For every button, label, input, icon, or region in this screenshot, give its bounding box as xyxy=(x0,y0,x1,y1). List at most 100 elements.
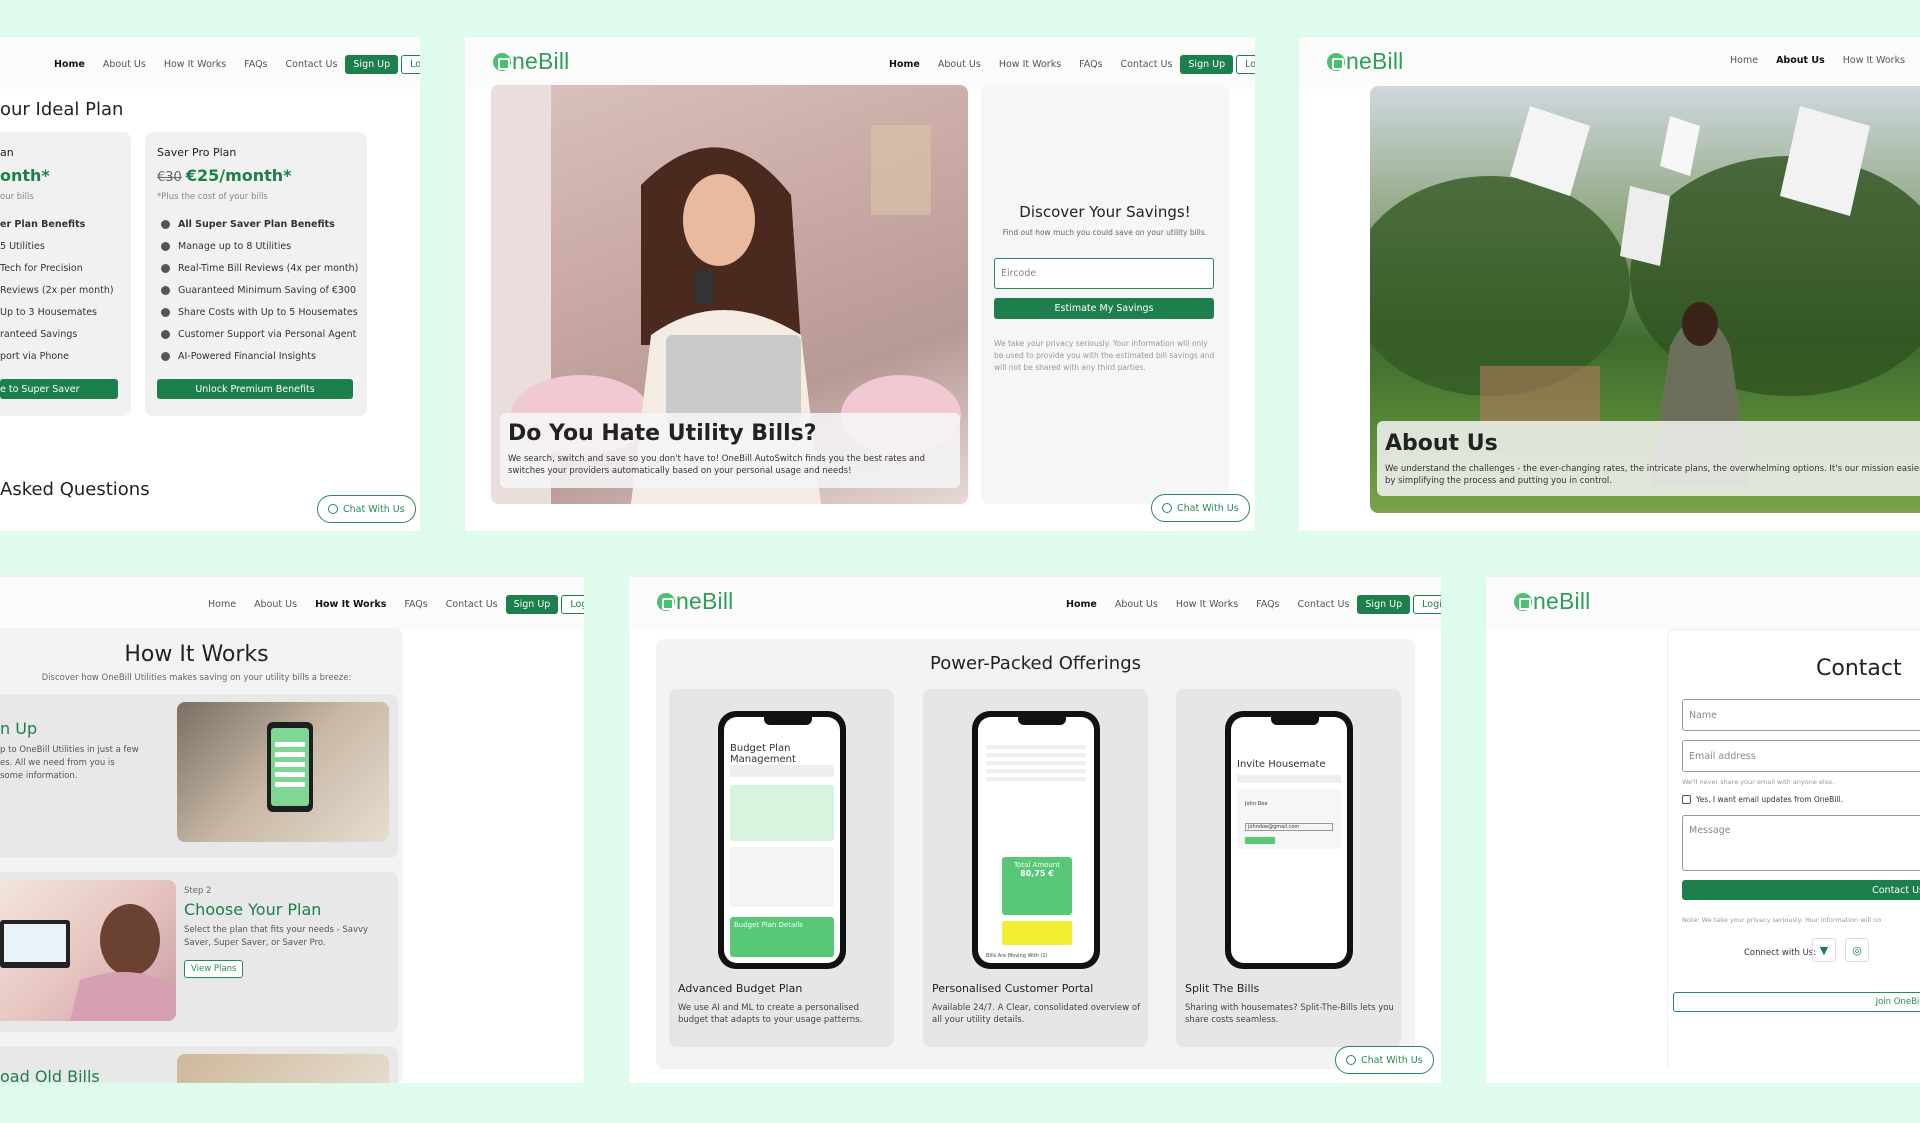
login-button[interactable]: Login xyxy=(1413,595,1441,614)
plan-card-super-saver: an onth* our bills er Plan Benefits 5 Ut… xyxy=(0,132,131,416)
feature-item: er Plan Benefits xyxy=(0,218,86,230)
screen-title: Invite Housemate xyxy=(1237,759,1326,770)
signup-button[interactable]: Sign Up xyxy=(1180,55,1234,74)
feature-item: Real-Time Bill Reviews (4x per month) xyxy=(178,262,359,274)
nav-home[interactable]: Home xyxy=(1066,599,1097,610)
nav-about[interactable]: About Us xyxy=(1115,599,1158,610)
signup-button[interactable]: Sign Up xyxy=(345,55,399,74)
nav-how[interactable]: How It Works xyxy=(164,59,226,70)
nav-home[interactable]: Home xyxy=(54,59,85,70)
step-text: Select the plan that fits your needs - S… xyxy=(184,925,369,948)
feature-item: Reviews (2x per month) xyxy=(0,284,114,296)
premium-benefits-button[interactable]: Unlock Premium Benefits xyxy=(157,379,353,399)
nav-faqs[interactable]: FAQs xyxy=(1079,59,1102,70)
nav-how[interactable]: How It Works xyxy=(315,599,386,610)
savings-card: Discover Your Savings! Find out how much… xyxy=(981,85,1229,504)
instagram-icon[interactable]: ◎ xyxy=(1845,938,1869,962)
plan-features: er Plan Benefits 5 Utilities Tech for Pr… xyxy=(0,213,114,367)
check-icon xyxy=(161,241,170,251)
step-1: n Up p to OneBill Utilities in just a fe… xyxy=(0,694,398,858)
about-title: About Us xyxy=(1385,431,1498,456)
feature-item: port via Phone xyxy=(0,350,70,362)
email-note: We'll never share your email with anyone… xyxy=(1682,778,1835,786)
name-input[interactable]: Name xyxy=(1682,699,1920,731)
login-button[interactable]: Login xyxy=(401,55,420,74)
email-input[interactable]: Email address xyxy=(1682,740,1920,772)
how-panel: Home About Us How It Works FAQs Contact … xyxy=(0,577,584,1083)
how-card: How It Works Discover how OneBill Utilit… xyxy=(0,628,403,1083)
screen-total-label: Total Amount xyxy=(1013,861,1061,869)
login-button[interactable]: Login xyxy=(1236,55,1255,74)
logo-text: neBill xyxy=(676,588,734,614)
offerings-panel: neBill Home About Us How It Works FAQs C… xyxy=(629,577,1441,1083)
nav-faqs[interactable]: FAQs xyxy=(1256,599,1279,610)
nav-home[interactable]: Home xyxy=(208,599,236,610)
laptop-image xyxy=(0,904,176,1021)
chat-button[interactable]: Chat With Us xyxy=(1151,494,1250,522)
logo[interactable]: neBill xyxy=(1327,48,1403,75)
chat-label: Chat With Us xyxy=(1361,1054,1423,1066)
logo[interactable]: neBill xyxy=(657,588,733,615)
estimate-savings-button[interactable]: Estimate My Savings xyxy=(994,298,1214,319)
plan-name: Saver Pro Plan xyxy=(157,146,237,159)
nav-contact[interactable]: Contact Us xyxy=(446,599,498,610)
offerings-title: Power-Packed Offerings xyxy=(930,653,1141,674)
login-button[interactable]: Login xyxy=(561,595,584,614)
super-saver-button[interactable]: e to Super Saver xyxy=(0,379,118,399)
nav-links: Home About Us How It Works FAQs xyxy=(1730,55,1920,66)
phone-mockup: Budget Plan Management Budget Plan Detai… xyxy=(718,711,846,969)
navbar: neBill Home About Us How It Works FAQs C… xyxy=(465,37,1255,89)
nav-home[interactable]: Home xyxy=(1730,55,1758,66)
nav-faqs[interactable]: FAQs xyxy=(244,59,267,70)
message-textarea[interactable]: Message xyxy=(1682,815,1920,871)
chat-label: Chat With Us xyxy=(1177,502,1239,514)
email-updates-checkbox[interactable]: Yes, I want email updates from OneBill. xyxy=(1682,795,1843,804)
step-2: Step 2 Choose Your Plan Select the plan … xyxy=(0,872,398,1032)
signup-button[interactable]: Sign Up xyxy=(505,595,559,614)
nav-home[interactable]: Home xyxy=(889,59,920,70)
nav-contact[interactable]: Contact Us xyxy=(1298,599,1350,610)
savings-title: Discover Your Savings! xyxy=(1019,203,1191,221)
chat-button[interactable]: Chat With Us xyxy=(1335,1046,1434,1074)
privacy-note: We take your privacy seriously. Your inf… xyxy=(994,339,1215,372)
feature-item: Tech for Precision xyxy=(0,262,83,274)
nav-about[interactable]: About Us xyxy=(254,599,297,610)
screen-email: johndoe@gmail.com xyxy=(1245,823,1333,831)
view-plans-button[interactable]: View Plans xyxy=(184,960,244,978)
navbar: Home About Us How It Works FAQs Contact … xyxy=(0,37,420,89)
screen-box-label: Budget Plan Details xyxy=(734,921,803,929)
faq-title: Asked Questions xyxy=(0,479,150,500)
checkbox-icon[interactable] xyxy=(1682,795,1691,804)
step-3: oad Old Bills xyxy=(0,1046,398,1083)
nav-how[interactable]: How It Works xyxy=(1843,55,1905,66)
eircode-input[interactable]: Eircode xyxy=(994,258,1214,289)
plan-price: €25/month* xyxy=(185,166,292,185)
join-button[interactable]: Join OneBill xyxy=(1673,992,1920,1012)
chat-button[interactable]: Chat With Us xyxy=(317,495,416,523)
nav-about[interactable]: About Us xyxy=(938,59,981,70)
step-3-photo xyxy=(177,1054,389,1083)
nav-about[interactable]: About Us xyxy=(103,59,146,70)
nav-how[interactable]: How It Works xyxy=(999,59,1061,70)
logo-text: neBill xyxy=(512,48,570,74)
submit-label: Contact Us xyxy=(1872,884,1920,896)
plan-name: an xyxy=(0,146,14,159)
feature-item: Up to 3 Housemates xyxy=(0,306,97,318)
twitter-icon[interactable]: ▼ xyxy=(1812,938,1836,962)
logo[interactable]: neBill xyxy=(1514,588,1590,615)
check-icon xyxy=(161,329,170,339)
nav-how[interactable]: How It Works xyxy=(1176,599,1238,610)
check-icon xyxy=(161,263,170,273)
logo[interactable]: neBill xyxy=(493,48,569,75)
plan-price-row: €30 €25/month* xyxy=(157,166,292,185)
logo-icon xyxy=(493,52,511,71)
contact-submit-button[interactable]: Contact Us xyxy=(1682,880,1920,900)
nav-about[interactable]: About Us xyxy=(1776,55,1825,66)
logo-text: neBill xyxy=(1533,588,1591,614)
plan-card-saver-pro: Saver Pro Plan €30 €25/month* *Plus the … xyxy=(145,132,367,416)
step-title: Choose Your Plan xyxy=(184,900,322,919)
nav-faqs[interactable]: FAQs xyxy=(404,599,427,610)
nav-contact[interactable]: Contact Us xyxy=(1121,59,1173,70)
nav-contact[interactable]: Contact Us xyxy=(286,59,338,70)
signup-button[interactable]: Sign Up xyxy=(1357,595,1411,614)
